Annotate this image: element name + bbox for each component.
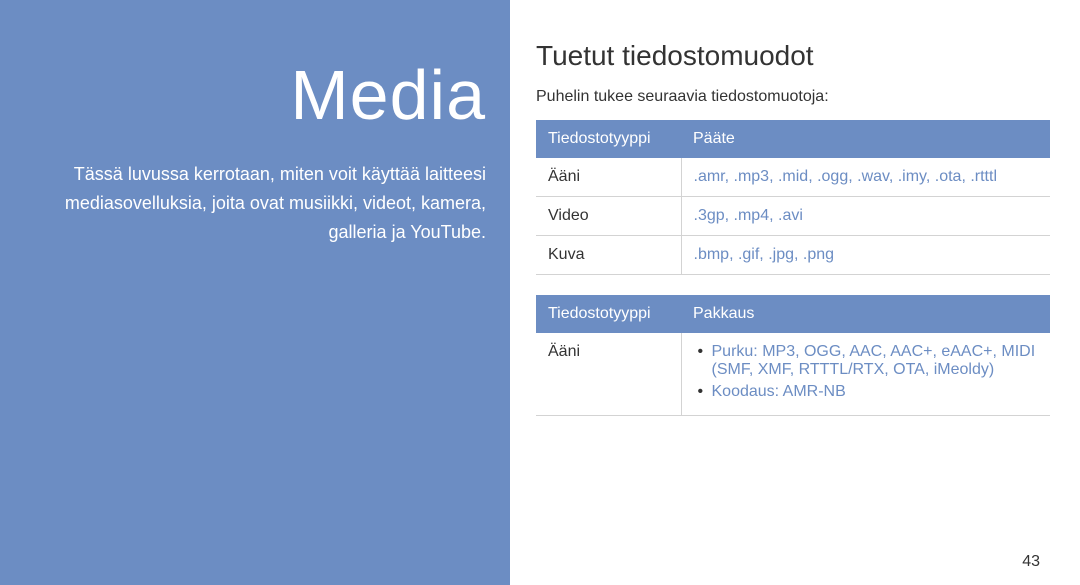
cell-ext: .3gp, .mp4, .avi [681,197,1050,236]
list-item: Koodaus: AMR-NB [694,383,1039,401]
table-row: Kuva .bmp, .gif, .jpg, .png [536,236,1050,275]
cell-type: Ääni [536,158,681,197]
table1-header-type: Tiedostotyyppi [536,120,681,158]
cell-ext: .amr, .mp3, .mid, .ogg, .wav, .imy, .ota… [681,158,1050,197]
sidebar: Media Tässä luvussa kerrotaan, miten voi… [0,0,510,585]
cell-ext: .bmp, .gif, .jpg, .png [681,236,1050,275]
cell-type: Video [536,197,681,236]
list-item: Purku: MP3, OGG, AAC, AAC+, eAAC+, MIDI … [694,343,1039,379]
sidebar-description: Tässä luvussa kerrotaan, miten voit käyt… [24,160,486,246]
table-row: Ääni Purku: MP3, OGG, AAC, AAC+, eAAC+, … [536,333,1050,416]
table-row: Video .3gp, .mp4, .avi [536,197,1050,236]
sidebar-title: Media [24,60,486,130]
main-intro: Puhelin tukee seuraavia tiedostomuotoja: [536,88,1050,106]
table1-header-ext: Pääte [681,120,1050,158]
table-row: Ääni .amr, .mp3, .mid, .ogg, .wav, .imy,… [536,158,1050,197]
main-content: Tuetut tiedostomuodot Puhelin tukee seur… [510,0,1080,585]
codec-list: Purku: MP3, OGG, AAC, AAC+, eAAC+, MIDI … [694,343,1039,401]
main-heading: Tuetut tiedostomuodot [536,40,1050,72]
cell-type: Kuva [536,236,681,275]
table2-header-type: Tiedostotyyppi [536,295,681,333]
cell-type: Ääni [536,333,681,416]
codec-table: Tiedostotyyppi Pakkaus Ääni Purku: MP3, … [536,295,1050,416]
file-extension-table: Tiedostotyyppi Pääte Ääni .amr, .mp3, .m… [536,120,1050,275]
page: Media Tässä luvussa kerrotaan, miten voi… [0,0,1080,585]
table2-header-codec: Pakkaus [681,295,1050,333]
cell-codec: Purku: MP3, OGG, AAC, AAC+, eAAC+, MIDI … [681,333,1050,416]
page-number: 43 [1022,553,1040,571]
